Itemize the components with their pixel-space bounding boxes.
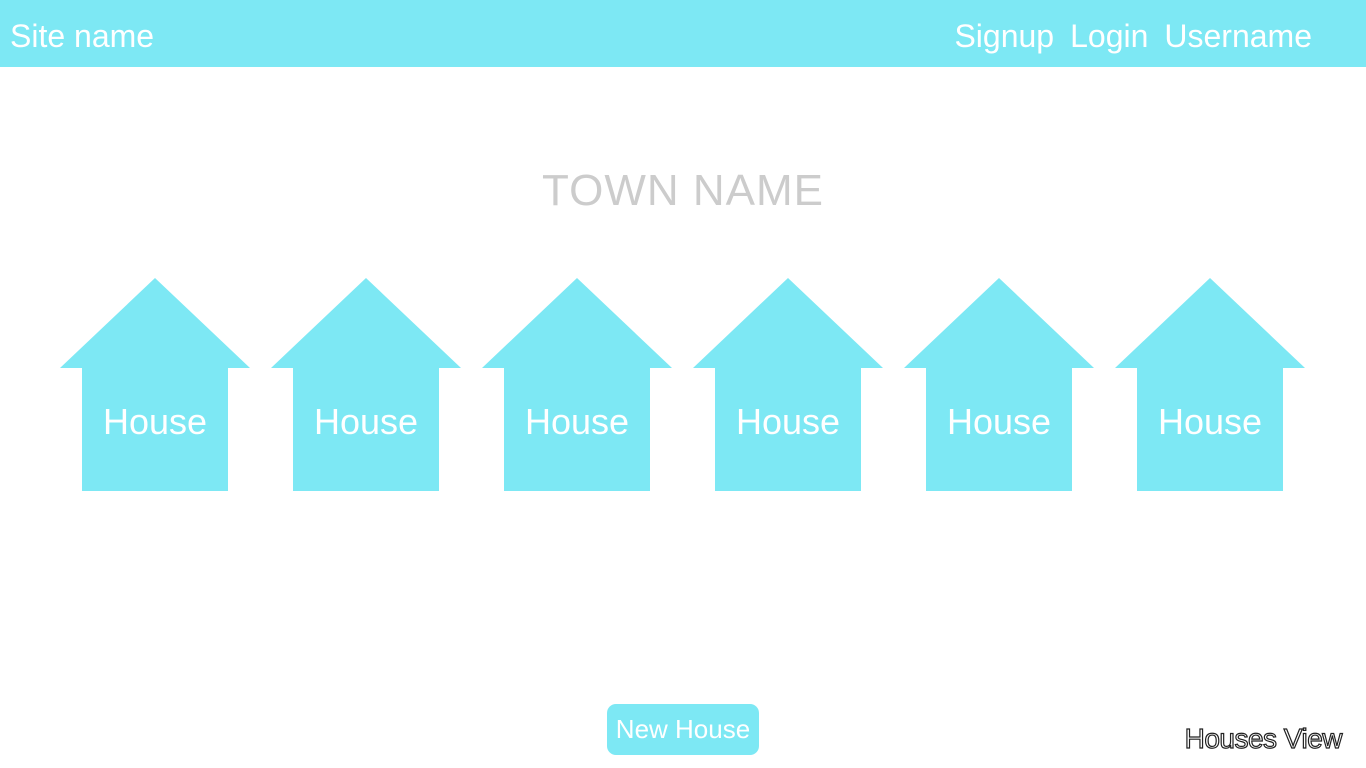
- house-label: House: [1157, 401, 1263, 442]
- house-shape-icon: [904, 278, 1094, 491]
- house-label: House: [946, 401, 1052, 442]
- site-name-link[interactable]: Site name: [10, 14, 154, 58]
- house-card[interactable]: House: [693, 278, 883, 491]
- house-shape-icon: [60, 278, 250, 491]
- house-card[interactable]: House: [482, 278, 672, 491]
- house-shape-icon: [1115, 278, 1305, 491]
- new-house-button[interactable]: New House: [607, 704, 759, 755]
- house-shape-icon: [482, 278, 672, 491]
- town-name-heading: TOWN NAME: [542, 166, 824, 215]
- signup-link[interactable]: Signup: [954, 14, 1054, 58]
- login-link[interactable]: Login: [1070, 14, 1148, 58]
- house-shape-icon: [693, 278, 883, 491]
- house-label: House: [735, 401, 841, 442]
- house-card[interactable]: House: [60, 278, 250, 491]
- house-label: House: [524, 401, 630, 442]
- house-card[interactable]: House: [904, 278, 1094, 491]
- house-label: House: [313, 401, 419, 442]
- page: Site name Signup Login Username TOWN NAM…: [0, 0, 1366, 768]
- house-shape-icon: [271, 278, 461, 491]
- house-card[interactable]: House: [1115, 278, 1305, 491]
- nav-links: Signup Login Username: [954, 14, 1312, 58]
- view-name-label: Houses View: [1184, 722, 1343, 754]
- username-link[interactable]: Username: [1164, 14, 1312, 58]
- house-card[interactable]: House: [271, 278, 461, 491]
- house-label: House: [102, 401, 208, 442]
- top-navbar: Site name Signup Login Username: [0, 0, 1366, 67]
